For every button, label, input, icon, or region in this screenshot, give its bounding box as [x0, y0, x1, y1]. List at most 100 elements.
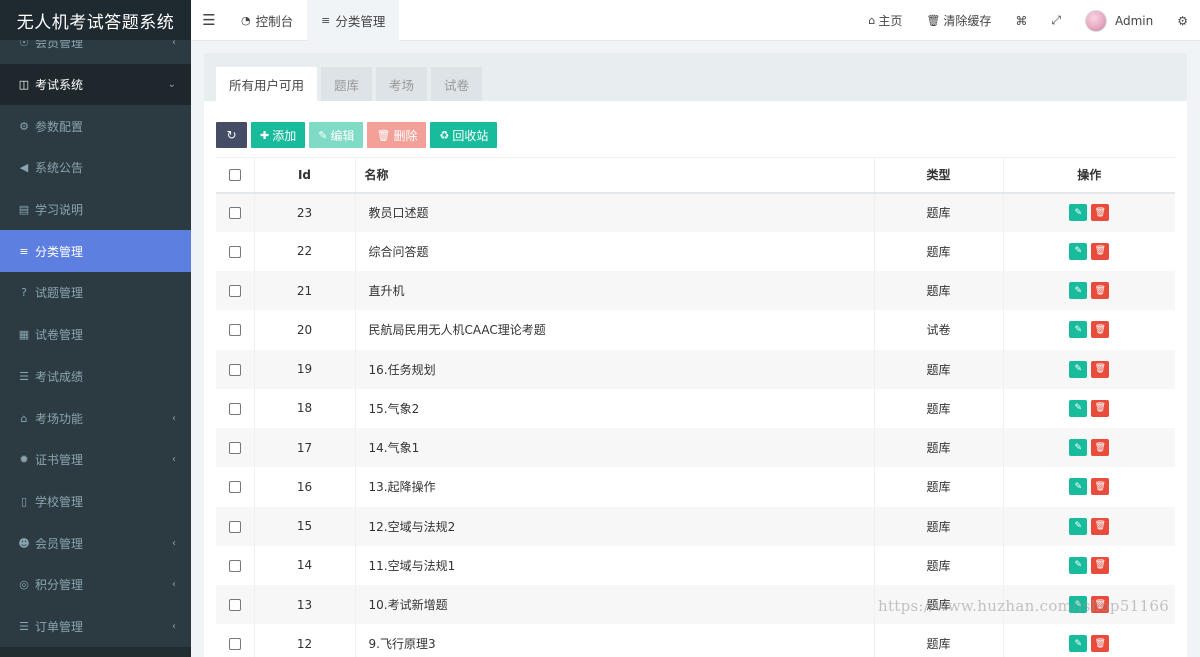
row-edit-button[interactable]: ✎	[1069, 635, 1088, 653]
row-delete-button[interactable]: 🗑	[1091, 321, 1110, 339]
row-delete-button[interactable]: 🗑	[1091, 635, 1110, 653]
row-edit-button[interactable]: ✎	[1069, 204, 1088, 222]
tab-question-bank[interactable]: 题库	[321, 67, 373, 101]
cell-id: 16	[254, 467, 356, 507]
row-edit-button[interactable]: ✎	[1069, 439, 1088, 457]
fullscreen-icon[interactable]: ⤢	[1039, 13, 1073, 28]
cell-ops: ✎ 🗑	[1003, 389, 1175, 428]
delete-button[interactable]: 🗑 删除	[367, 122, 427, 148]
cell-ops: ✎ 🗑	[1003, 232, 1175, 271]
row-checkbox[interactable]	[228, 363, 241, 376]
row-checkbox[interactable]	[228, 442, 241, 455]
recycle-bin-button[interactable]: ♻ 回收站	[430, 122, 498, 148]
tab-dashboard[interactable]: ◔ 控制台	[227, 0, 307, 41]
row-delete-button[interactable]: 🗑	[1091, 556, 1110, 574]
sidebar-item-14[interactable]: ☰ 订单管理 ‹	[0, 605, 191, 648]
question-circle-icon: ?	[21, 286, 27, 300]
row-checkbox[interactable]	[228, 324, 241, 337]
sidebar-item-10[interactable]: ✹ 证书管理 ‹	[0, 438, 191, 481]
language-icon[interactable]: ⌘	[1003, 14, 1039, 28]
clear-cache-button[interactable]: 🗑 清除缓存	[914, 12, 1003, 29]
sidebar-item-label: 考试成绩	[35, 369, 84, 384]
row-delete-button[interactable]: 🗑	[1091, 399, 1110, 417]
keyboard-icon: ▦	[18, 328, 30, 342]
sidebar-item-5[interactable]: ≡ 分类管理	[0, 230, 191, 273]
table-row[interactable]: 14 11.空域与法规1 题库 ✎ 🗑	[216, 545, 1175, 585]
trash-icon: 🗑	[1094, 442, 1106, 453]
row-delete-button[interactable]: 🗑	[1091, 478, 1110, 496]
sidebar-item-6[interactable]: ? 试题管理	[0, 272, 191, 314]
table-row[interactable]: 21 直升机 题库 ✎ 🗑	[216, 271, 1175, 311]
row-checkbox[interactable]	[228, 520, 241, 533]
sidebar-item-11[interactable]: ▯ 学校管理	[0, 480, 191, 523]
row-checkbox[interactable]	[228, 599, 241, 612]
row-delete-button[interactable]: 🗑	[1091, 360, 1110, 378]
home-link[interactable]: ⌂ 主页	[856, 12, 914, 29]
header-name: 名称	[355, 157, 875, 193]
tab-all-users[interactable]: 所有用户可用	[216, 67, 318, 101]
cell-type: 题库	[874, 271, 1004, 311]
user-menu[interactable]: Admin	[1073, 9, 1165, 32]
cell-id: 22	[254, 231, 356, 271]
select-all-checkbox[interactable]	[228, 169, 241, 182]
row-edit-button[interactable]: ✎	[1069, 399, 1088, 417]
row-edit-button[interactable]: ✎	[1069, 517, 1088, 535]
table-row[interactable]: 19 16.任务规划 题库 ✎ 🗑	[216, 349, 1175, 389]
row-edit-button[interactable]: ✎	[1069, 478, 1088, 496]
pencil-icon: ✎	[1074, 560, 1083, 571]
row-delete-button[interactable]: 🗑	[1091, 517, 1110, 535]
app-logo-title[interactable]: 无人机考试答题系统	[0, 0, 191, 40]
sidebar-item-1[interactable]: ◫ 考试系统 ⌄	[0, 63, 191, 106]
row-checkbox[interactable]	[228, 559, 241, 572]
add-button[interactable]: ✚ 添加	[251, 122, 306, 148]
row-delete-button[interactable]: 🗑	[1091, 204, 1110, 222]
sidebar-item-3[interactable]: ◀ 系统公告	[0, 147, 191, 189]
row-delete-button[interactable]: 🗑	[1091, 282, 1110, 300]
row-checkbox[interactable]	[228, 481, 241, 494]
cell-id: 14	[254, 545, 356, 585]
refresh-button[interactable]: ↻	[216, 122, 247, 148]
row-delete-button[interactable]: 🗑	[1091, 439, 1110, 457]
header-type: 类型	[874, 157, 1004, 193]
tab-exam-paper[interactable]: 试卷	[431, 67, 483, 101]
sidebar-item-2[interactable]: ⚙ 参数配置	[0, 105, 191, 148]
settings-gears-icon[interactable]: ⚙	[1165, 14, 1200, 28]
edit-button[interactable]: ✎ 编辑	[309, 122, 364, 148]
cell-type: 题库	[874, 545, 1004, 585]
sidebar-item-4[interactable]: ▤ 学习说明	[0, 188, 191, 231]
row-edit-button[interactable]: ✎	[1069, 282, 1088, 300]
sidebar-item-9[interactable]: ⌂ 考场功能 ‹	[0, 397, 191, 439]
sidebar-item-13[interactable]: ◎ 积分管理 ‹	[0, 563, 191, 606]
content-panel: 所有用户可用 题库 考场 试卷 ↻ ✚ 添加 ✎ 编辑 🗑 删除 ♻ 回收站 Id 名称…	[204, 53, 1187, 657]
table-row[interactable]: 17 14.气象1 题库 ✎ 🗑	[216, 428, 1175, 468]
table-row[interactable]: 22 综合问答题 题库 ✎ 🗑	[216, 231, 1175, 271]
table-row[interactable]: 12 9.飞行原理3 题库 ✎ 🗑	[216, 624, 1175, 657]
row-checkbox[interactable]	[228, 285, 241, 298]
row-checkbox[interactable]	[228, 207, 241, 220]
sidebar-item-label: 考试系统	[35, 78, 84, 93]
row-edit-button[interactable]: ✎	[1069, 321, 1088, 339]
row-edit-button[interactable]: ✎	[1069, 556, 1088, 574]
sidebar-item-label: 试题管理	[35, 286, 84, 301]
menu-toggle-icon[interactable]: ☰	[191, 0, 227, 41]
tab-category-management[interactable]: ≡ 分类管理	[307, 0, 400, 41]
row-checkbox[interactable]	[228, 638, 241, 651]
sidebar-item-12[interactable]: ☻ 会员管理 ‹	[0, 522, 191, 564]
table-row[interactable]: 16 13.起降操作 题库 ✎ 🗑	[216, 467, 1175, 507]
row-edit-button[interactable]: ✎	[1069, 360, 1088, 378]
table-row[interactable]: 18 15.气象2 题库 ✎ 🗑	[216, 388, 1175, 428]
sidebar-item-8[interactable]: ☰ 考试成绩	[0, 355, 191, 398]
row-edit-button[interactable]: ✎	[1069, 242, 1088, 260]
tab-exam-room[interactable]: 考场	[376, 67, 428, 101]
row-checkbox[interactable]	[228, 402, 241, 415]
sidebar-item-label: 学校管理	[35, 494, 84, 509]
row-select-cell	[216, 624, 255, 657]
table-row[interactable]: 15 12.空域与法规2 题库 ✎ 🗑	[216, 506, 1175, 546]
table-row[interactable]: 20 民航局民用无人机CAAC理论考题 试卷 ✎ 🗑	[216, 310, 1175, 350]
sidebar-item-7[interactable]: ▦ 试卷管理	[0, 313, 191, 356]
header-id[interactable]: Id	[254, 157, 356, 193]
row-checkbox[interactable]	[228, 245, 241, 258]
table-row[interactable]: 23 教员口述题 题库 ✎ 🗑	[216, 192, 1175, 232]
row-delete-button[interactable]: 🗑	[1091, 242, 1110, 260]
sidebar-menu: ☉ 会员管理 ‹ ◫ 考试系统 ⌄ ⚙ 参数配置 ◀ 系统公告 ▤ 学习说明 ≡ 分类管理? 试题管理 ▦ 试卷…	[0, 22, 191, 648]
